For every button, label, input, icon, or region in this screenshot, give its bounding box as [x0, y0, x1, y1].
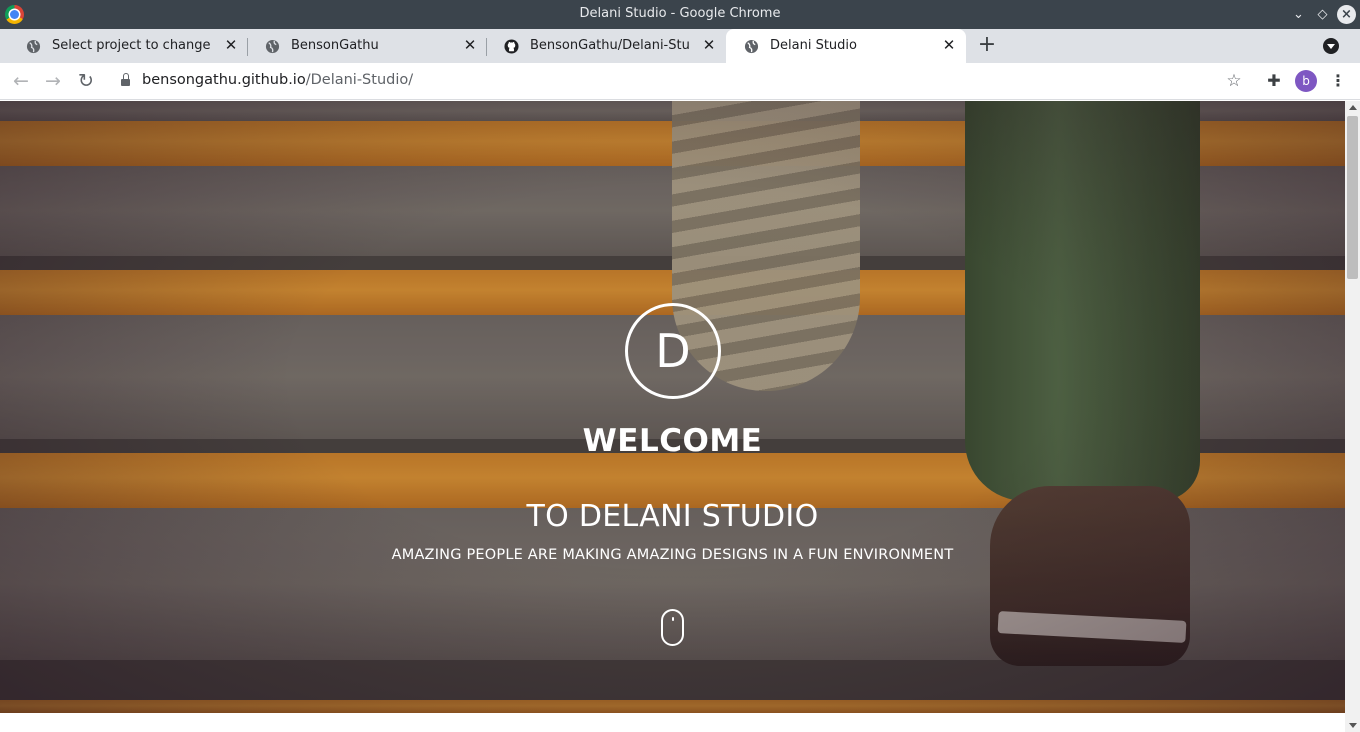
tab-label: Select project to change | Dja: [52, 38, 212, 53]
scroll-down-mouse-icon[interactable]: [661, 609, 684, 646]
hero-subtitle: TO DELANI STUDIO: [526, 499, 819, 534]
restore-button[interactable]: ◇: [1313, 5, 1332, 24]
lock-icon[interactable]: [121, 73, 130, 86]
tab-search-button[interactable]: [1323, 38, 1339, 54]
scrollbar-thumb[interactable]: [1347, 116, 1358, 279]
tab-strip: Select project to change | Dja ✕ BensonG…: [0, 29, 1360, 63]
bookmark-star-icon[interactable]: ☆: [1224, 69, 1244, 93]
scroll-up-arrow-icon[interactable]: [1349, 105, 1357, 110]
tab-bensongathu[interactable]: BensonGathu ✕: [247, 29, 487, 63]
url-path: /Delani-Studio/: [305, 72, 414, 88]
hero-section: D WELCOME TO DELANI STUDIO AMAZING PEOPL…: [0, 101, 1345, 713]
tab-close-button[interactable]: ✕: [940, 36, 958, 54]
tab-delani-studio[interactable]: Delani Studio ✕: [726, 29, 966, 63]
hero-welcome-heading: WELCOME: [582, 423, 763, 459]
chrome-menu-button[interactable]: ⋮: [1330, 69, 1346, 93]
tab-label: Delani Studio: [770, 38, 857, 53]
tab-close-button[interactable]: ✕: [461, 36, 479, 54]
back-button[interactable]: ←: [9, 69, 33, 93]
scroll-down-arrow-icon[interactable]: [1349, 723, 1357, 728]
page-scrollbar[interactable]: [1345, 101, 1360, 732]
studio-logo: D: [625, 303, 721, 399]
tab-label: BensonGathu: [291, 38, 379, 53]
globe-icon: [265, 39, 280, 54]
minimize-button[interactable]: ⌄: [1289, 5, 1308, 24]
new-tab-button[interactable]: +: [976, 33, 998, 57]
tab-select-project[interactable]: Select project to change | Dja ✕: [8, 29, 248, 63]
hero-tagline: AMAZING PEOPLE ARE MAKING AMAZING DESIGN…: [391, 547, 954, 563]
address-bar[interactable]: bensongathu.github.io/Delani-Studio/: [142, 72, 413, 88]
github-icon: [504, 39, 519, 54]
tab-label: BensonGathu/Delani-Studio: I: [530, 38, 690, 53]
tab-close-button[interactable]: ✕: [222, 36, 240, 54]
browser-toolbar: ← → ↻ bensongathu.github.io/Delani-Studi…: [0, 63, 1360, 100]
window-title: Delani Studio - Google Chrome: [579, 6, 781, 21]
page-viewport: D WELCOME TO DELANI STUDIO AMAZING PEOPL…: [0, 101, 1345, 732]
reload-button[interactable]: ↻: [74, 69, 98, 93]
tab-close-button[interactable]: ✕: [700, 36, 718, 54]
close-window-button[interactable]: ×: [1337, 5, 1356, 24]
tab-github-repo[interactable]: BensonGathu/Delani-Studio: I ✕: [486, 29, 726, 63]
globe-icon: [26, 39, 41, 54]
window-titlebar: Delani Studio - Google Chrome ⌄ ◇ ×: [0, 0, 1360, 29]
profile-avatar[interactable]: b: [1295, 70, 1317, 92]
globe-icon: [744, 39, 759, 54]
extensions-puzzle-icon[interactable]: ✚: [1264, 70, 1284, 92]
url-host: bensongathu.github.io: [142, 72, 306, 88]
forward-button[interactable]: →: [41, 69, 65, 93]
